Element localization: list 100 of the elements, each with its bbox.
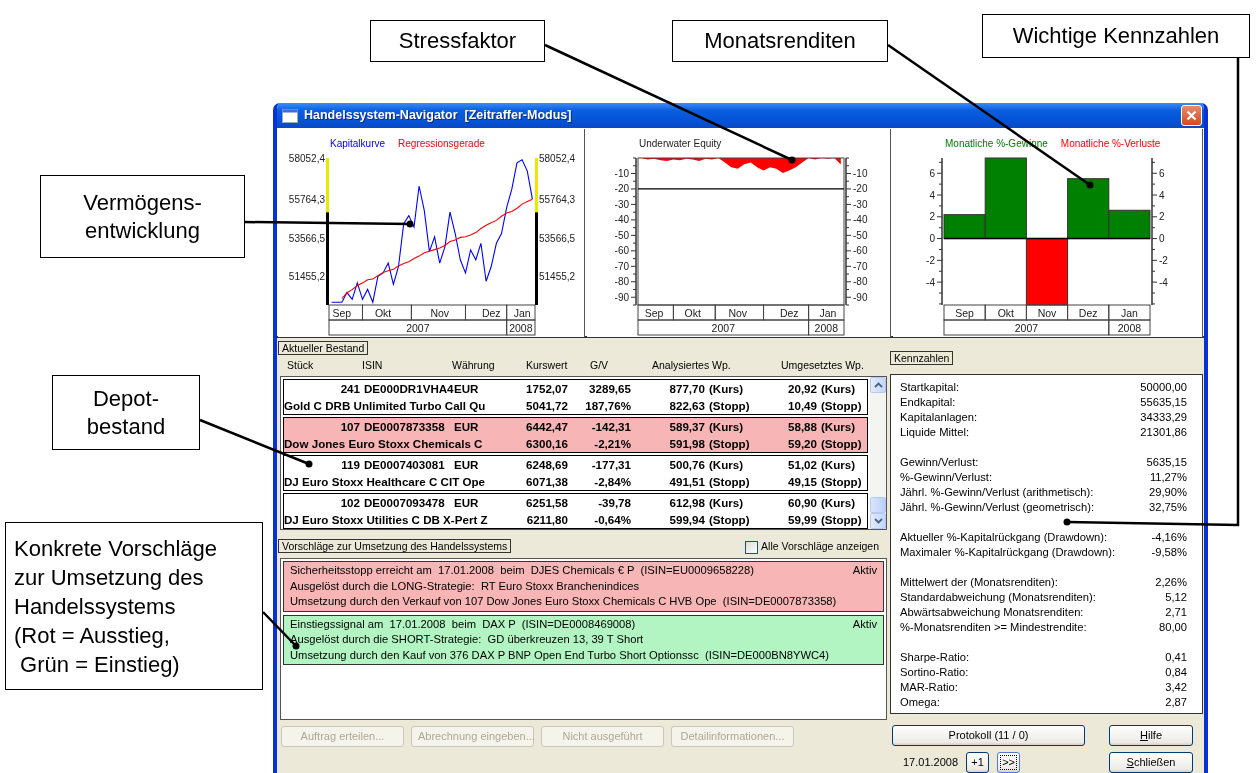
metric-label: Sharpe-Ratio:: [900, 650, 970, 665]
table-cell-text: 589,37: [668, 419, 705, 435]
table-cell-text: -177,31: [590, 457, 631, 473]
metric-label: Jährl. %-Gewinn/Verlust (geometrisch):: [900, 500, 1094, 515]
status-label: Aktiv: [852, 616, 877, 632]
table-cell-text: (Kurs): [820, 495, 857, 511]
column-header: Stück: [287, 358, 315, 372]
table-cell-text: 3289,65: [588, 381, 631, 397]
table-cell-text: (Stopp): [820, 398, 863, 414]
metric-label: MAR-Ratio:: [900, 680, 958, 695]
table-cell-text: 107: [339, 419, 360, 435]
table-cell-text: 6251,58: [525, 495, 568, 511]
axis-label: -40: [614, 214, 629, 226]
table-cell-text: 187,76%: [584, 398, 631, 414]
axis-label: 55764,3: [539, 193, 576, 205]
scrollbar-thumb[interactable]: [870, 497, 886, 513]
axis-label: -80: [853, 276, 868, 288]
metric-label: %-Monatsrenditen >= Mindestrendite:: [900, 620, 1087, 635]
table-row[interactable]: 107 DE0007873358 EUR 6442,47 -142,31 589,37 (Kurs) 58,88 (Kurs) Dow Jones Euro Stoxx Chemicals C 6300,16 -2,21% 591,98 (Stopp) 59,20 (Stopp): [283, 417, 868, 453]
metric-value: 2,71: [1165, 605, 1187, 620]
axis-label: -10: [614, 167, 629, 179]
scroll-up-button[interactable]: [870, 377, 886, 393]
axis-label: 51455,2: [288, 270, 325, 282]
table-cell-text: Gold C DRB Unlimited Turbo Call Qu: [284, 398, 487, 414]
table-cell-text: DJ Euro Stoxx Healthcare C CIT Ope: [284, 474, 486, 490]
table-cell-text: (Stopp): [820, 474, 863, 490]
table-cell-text: EUR: [454, 495, 480, 511]
column-header: ISIN: [362, 358, 384, 372]
table-cell-text: 1752,07: [525, 381, 568, 397]
table-cell-text: 6211,80: [525, 512, 568, 528]
metric-value: 3,42: [1165, 680, 1187, 695]
metric-label: Liquide Mittel:: [900, 425, 970, 440]
metric-label: Gewinn/Verlust:: [900, 455, 979, 470]
axis-label: 58052,4: [288, 152, 325, 164]
axis-label: -90: [853, 291, 868, 303]
suggestion-text: Umsetzung durch den Verkauf von 107 Dow Jones Euro Stoxx Chemicals C HVB Ope (ISIN=DE0007873358): [290, 594, 838, 609]
date-label: 17.01.2008: [903, 755, 959, 771]
month-label: Nov: [728, 306, 748, 319]
table-cell-text: (Stopp): [708, 398, 751, 414]
close-icon: [1186, 110, 1197, 121]
suggestion-item[interactable]: [283, 614, 884, 665]
table-cell-text: (Kurs): [708, 495, 745, 511]
year-label: 2007: [711, 321, 735, 334]
suggestion-item[interactable]: [283, 561, 884, 612]
table-row[interactable]: 241 DE000DR1VHA4EUR 1752,07 3289,65 877,70 (Kurs) 20,92 (Kurs) Gold C DRB Unlimited Turbo Call Qu 5041,72 187,76% 822,63 (Stopp) 10,49 (Stopp): [283, 379, 868, 415]
axis-label: -30: [853, 198, 868, 210]
axis-label: 4: [929, 189, 935, 201]
column-header: Kurswert: [526, 358, 569, 372]
year-label: 2008: [1117, 321, 1142, 334]
legend-label: Regressionsgerade: [398, 138, 485, 149]
month-label: Sep: [644, 306, 664, 319]
table-cell-text: 500,76: [668, 457, 705, 473]
table-cell-text: 10,49: [787, 398, 817, 414]
checkbox[interactable]: [745, 540, 759, 554]
step-button[interactable]: +1: [966, 752, 990, 773]
axis-label: -60: [614, 245, 629, 257]
month-label: Sep: [332, 306, 352, 319]
table-cell-text: (Kurs): [708, 419, 745, 435]
axis-label: 53566,5: [539, 232, 576, 244]
table-row[interactable]: 102 DE0007093478 EUR 6251,58 -39,78 612,98 (Kurs) 60,90 (Kurs) DJ Euro Stoxx Utilities C DB X-Pert Z 6211,80 -0,64% 599,94 (Stopp) 59,99 (Stopp): [283, 493, 868, 529]
axis-label: 0: [929, 233, 935, 245]
legend-label: Monatliche %-Verluste: [1060, 138, 1161, 149]
axis-label: -50: [853, 229, 868, 241]
table-cell-text: EUR: [454, 419, 480, 435]
metric-value: 29,90%: [1149, 485, 1187, 500]
step-button[interactable]: >>: [997, 752, 1021, 773]
table-cell-text: 6071,38: [525, 474, 568, 490]
axis-label: 2: [1159, 211, 1165, 223]
table-cell-text: 102: [339, 495, 360, 511]
table-cell-text: 877,70: [668, 381, 705, 397]
table-cell-text: DE000DR1VHA4: [363, 381, 454, 397]
axis-label: -20: [614, 183, 629, 195]
scrollbar[interactable]: [870, 377, 886, 529]
table-cell-text: DE0007873358: [363, 419, 446, 435]
close-window-button[interactable]: Schließen: [1109, 752, 1193, 773]
month-label: Nov: [430, 306, 450, 319]
scroll-down-button[interactable]: [870, 513, 886, 529]
year-label: 2008: [814, 321, 838, 334]
axis-label: 4: [1159, 189, 1165, 201]
metric-value: 34333,29: [1140, 410, 1187, 425]
axis-label: 51455,2: [539, 270, 576, 282]
protocol-button[interactable]: Protokoll (11 / 0): [892, 725, 1085, 746]
table-cell-text: DE0007093478: [363, 495, 446, 511]
suggestion-text: Umsetzung durch den Kauf von 376 DAX P BNP Open End Turbo Short Optionssc (ISIN=DE000BN8YWC4): [290, 647, 831, 663]
table-cell-text: (Stopp): [820, 436, 863, 452]
table-row[interactable]: 119 DE0007403081 EUR 6248,69 -177,31 500,76 (Kurs) 51,02 (Kurs) DJ Euro Stoxx Healthcare C CIT Ope 6071,38 -2,84% 491,51 (Stopp) 49,15 (Stopp): [283, 455, 868, 491]
axis-label: -30: [614, 198, 629, 210]
metric-value: 0,84: [1165, 665, 1187, 680]
callout: Wichtige Kennzahlen: [982, 14, 1250, 58]
axis-label: -50: [614, 229, 629, 241]
table-cell-text: 59,20: [787, 436, 817, 452]
close-button[interactable]: [1181, 105, 1202, 126]
table-cell-text: 5041,72: [525, 398, 568, 414]
help-button[interactable]: Hilfe: [1109, 725, 1193, 746]
table-cell-text: 119: [340, 457, 360, 473]
month-label: Jan: [1120, 306, 1138, 319]
table-cell-text: -2,21%: [593, 436, 631, 452]
column-header: G/V: [590, 358, 610, 372]
table-cell-text: (Kurs): [820, 381, 857, 397]
axis-label: -70: [853, 260, 868, 272]
